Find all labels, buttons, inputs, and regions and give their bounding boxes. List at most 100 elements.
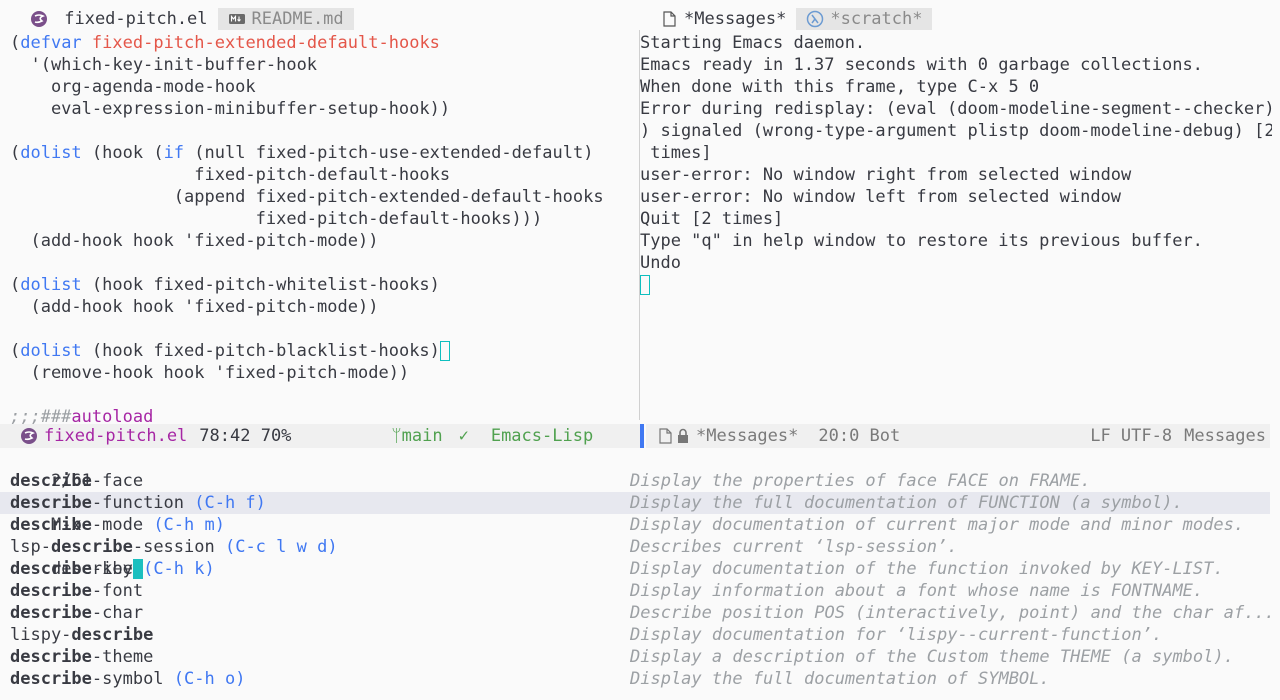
code-token: ( (10, 341, 21, 361)
candidate-doc: Describe position POS (interactively, po… (630, 603, 1275, 623)
candidate-keybinding: (C-h m) (143, 515, 225, 535)
code-token: defvar (20, 33, 82, 53)
code-token: (add-hook hook 'fixed-pitch-mode)) (10, 297, 379, 317)
messages-buffer[interactable]: Starting Emacs daemon. Emacs ready in 1.3… (640, 32, 1272, 424)
code-token: fixed-pitch-extended-default-hooks (91, 33, 440, 53)
code-token: ;;;### (10, 407, 72, 424)
tab-label: *scratch* (830, 9, 923, 29)
tab-label: *Messages* (684, 9, 787, 29)
code-line: fixed-pitch-default-hooks (10, 164, 638, 186)
emacs-icon (31, 11, 47, 27)
code-token: (hook fixed-pitch-blacklist-hooks) (81, 341, 440, 361)
candidate-name: describe-font (10, 580, 143, 602)
candidate-match: describe (10, 647, 92, 667)
tab-messages[interactable]: *Messages* (650, 8, 797, 30)
tab-readme-md[interactable]: README.md (217, 8, 354, 30)
candidate-doc: Display documentation of the function in… (630, 559, 1224, 579)
code-token: '(which-key-init-buffer-hook (10, 55, 318, 75)
tab-fixed-pitch-el[interactable]: fixed-pitch.el (20, 8, 218, 30)
message-line: Starting Emacs daemon. (640, 33, 866, 53)
code-token: if (163, 143, 185, 163)
code-line: (append fixed-pitch-extended-default-hoo… (10, 186, 638, 208)
code-token: ( (10, 143, 21, 163)
left-modeline: fixed-pitch.el 78:42 70% ᛘ main ✓ Emacs-… (0, 424, 640, 448)
emacs-icon (21, 428, 37, 444)
candidate-match: describe (71, 625, 154, 645)
code-line: fixed-pitch-default-hooks))) (10, 208, 638, 230)
code-token: autoload (71, 407, 154, 424)
lambda-icon (807, 10, 824, 28)
modeline-buffer-name: fixed-pitch.el (44, 426, 188, 446)
message-line: user-error: No window left from selected… (640, 187, 1122, 207)
candidate-name: describe-theme (10, 646, 153, 668)
right-modeline: *Messages* 20:0 Bot LF UTF-8 Messages (646, 424, 1270, 448)
candidate-suffix: -font (91, 581, 144, 601)
message-line: user-error: No window right from selecte… (640, 165, 1132, 185)
cursor-line (640, 274, 1272, 296)
text-cursor (640, 275, 650, 295)
code-line: (defvar fixed-pitch-extended-default-hoo… (10, 32, 638, 54)
candidate-name: describe-face (10, 470, 143, 492)
code-token: dolist (20, 143, 82, 163)
text-cursor (439, 341, 450, 361)
right-tab-bar: *Messages* *scratch* (650, 8, 933, 30)
code-token: (add-hook hook 'fixed-pitch-mode)) (10, 231, 379, 251)
code-token: fixed-pitch-default-hooks (10, 165, 451, 185)
candidate-name: describe-key (C-h k) (10, 558, 215, 580)
code-token: (remove-hook hook 'fixed-pitch-mode)) (10, 363, 410, 383)
minibuffer-completion: 2/61 M-x describe describe-face Display t… (0, 448, 1280, 700)
code-line: eval-expression-minibuffer-setup-hook)) (10, 98, 638, 120)
candidate-name: lispy-describe (10, 624, 153, 646)
tab-label: README.md (251, 9, 344, 29)
code-line: org-agenda-mode-hook (10, 76, 638, 98)
tab-scratch[interactable]: *scratch* (796, 8, 933, 30)
candidate-doc: Display the properties of face FACE on F… (630, 471, 1091, 491)
message-line: ) signaled (wrong-type-argument plistp d… (640, 121, 1272, 141)
code-token: dolist (20, 275, 82, 295)
message-line: Undo (640, 253, 681, 273)
candidate-keybinding: (C-h f) (184, 493, 266, 513)
left-code-buffer[interactable]: ( defvar fixed-pitch-extended-default-hoo… (10, 32, 638, 424)
candidate-keybinding: (C-c l w d) (214, 537, 338, 557)
modeline-major-mode[interactable]: Messages (1184, 425, 1266, 447)
code-line: (remove-hook hook 'fixed-pitch-mode)) (10, 362, 638, 384)
code-token: (hook ( (81, 143, 164, 163)
completion-candidate[interactable]: describe-function (C-h f) Display the ful… (0, 492, 1270, 514)
candidate-suffix: -session (132, 537, 215, 557)
candidate-suffix: -theme (91, 647, 154, 667)
code-token: (null fixed-pitch-use-extended-default) (184, 143, 594, 163)
modeline-active-bar (640, 424, 644, 448)
candidate-suffix: -function (91, 493, 185, 513)
code-token: dolist (20, 341, 82, 361)
code-token: (hook fixed-pitch-whitelist-hooks) (81, 275, 440, 295)
candidate-match: describe (10, 581, 92, 601)
candidate-doc: Display documentation for ‘lispy--curren… (630, 625, 1163, 645)
modeline-major-mode[interactable]: Emacs-Lisp (491, 425, 593, 447)
minibuffer-prompt-line[interactable]: 2/61 M-x describe (10, 448, 143, 579)
candidate-match: describe (10, 603, 92, 623)
candidate-doc: Display information about a font whose n… (630, 581, 1204, 601)
candidate-match: describe (10, 669, 92, 689)
candidate-doc: Display documentation of current major m… (630, 515, 1245, 535)
candidate-name: describe-char (10, 602, 143, 624)
modeline-buffer-name: *Messages* (696, 426, 799, 446)
code-line: (add-hook hook 'fixed-pitch-mode)) (10, 296, 638, 318)
candidate-match: describe (50, 537, 133, 557)
candidate-name: describe-mode (C-h m) (10, 514, 225, 536)
candidate-match: describe (10, 493, 92, 513)
left-tab-bar: fixed-pitch.el README.md (20, 8, 354, 30)
file-icon (659, 428, 672, 444)
checker-ok-icon[interactable]: ✓ (459, 425, 469, 447)
code-token: (append fixed-pitch-extended-default-hoo… (10, 187, 604, 207)
modeline-branch[interactable]: main (402, 425, 443, 447)
modeline-encoding[interactable]: LF UTF-8 (1090, 425, 1172, 447)
modeline-position: 20:0 Bot (818, 426, 901, 446)
code-line: (dolist (hook (if (null fixed-pitch-use-… (10, 142, 638, 164)
message-line: Type "q" in help window to restore its p… (640, 231, 1203, 251)
candidate-match: describe (10, 515, 92, 535)
